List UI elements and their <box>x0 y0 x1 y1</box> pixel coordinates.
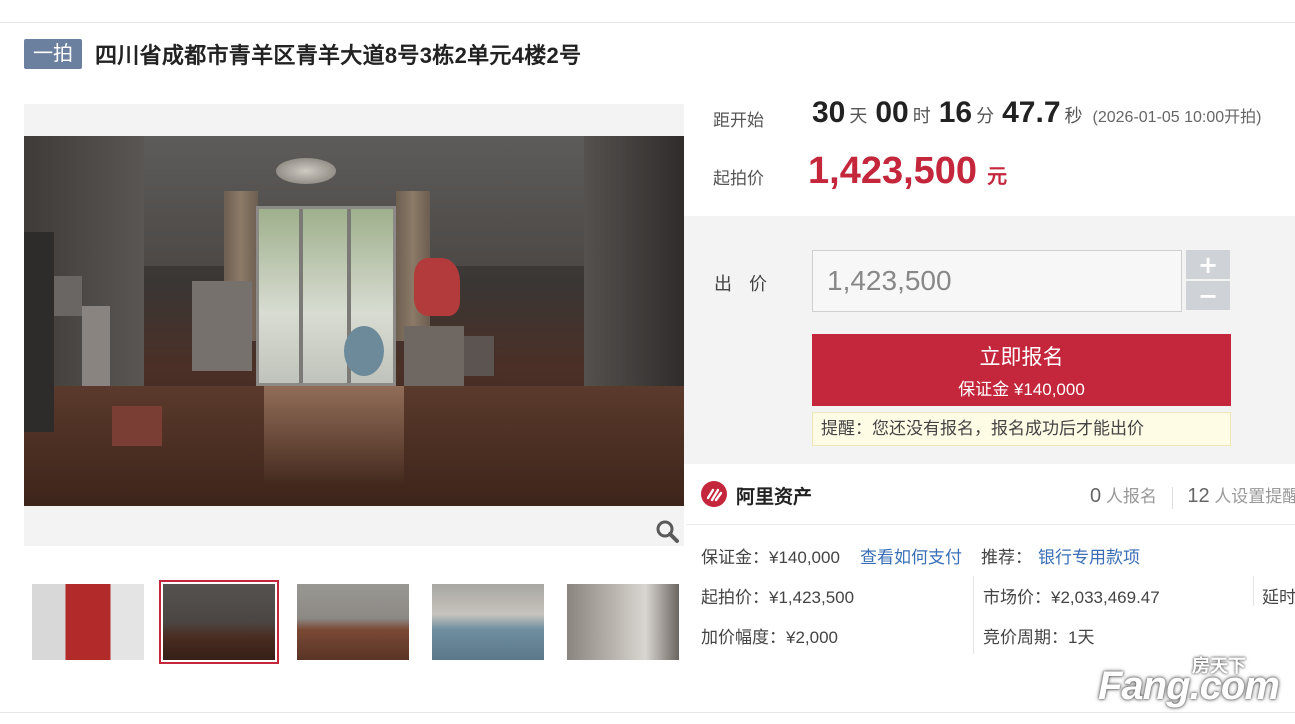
thumbnail-image <box>297 584 409 660</box>
how-to-pay-link-text[interactable]: 查看如何支付 <box>860 548 962 567</box>
top-divider <box>0 22 1295 23</box>
thumbnail-5[interactable] <box>567 584 679 660</box>
thumbnail-3[interactable] <box>297 584 409 660</box>
bottom-divider <box>0 712 1295 713</box>
countdown-minutes-unit: 分 <box>976 106 995 126</box>
start-price-label: 起拍价 <box>713 169 764 188</box>
mosaic-block <box>82 306 110 386</box>
mosaic-block <box>464 336 494 376</box>
countdown-label: 距开始 <box>713 111 764 130</box>
thumbnail-4[interactable] <box>432 584 544 660</box>
register-button-label: 立即报名 <box>979 345 1064 369</box>
mosaic-block <box>192 281 252 371</box>
start-price: 1,423,500 元 <box>808 150 1007 193</box>
countdown-seconds: 47.7 <box>1002 96 1061 129</box>
stats-divider <box>1171 486 1173 509</box>
bid-panel: 出 价 + − 立即报名 保证金 ¥140,000 提醒：您还没有报名，报名成功… <box>684 216 1295 464</box>
photo-viewer[interactable] <box>24 104 684 546</box>
increment-detail: 加价幅度：¥2,000 <box>701 628 838 647</box>
bid-label: 出 价 <box>714 274 774 294</box>
thumbnail-2-selected[interactable] <box>159 580 279 664</box>
auction-start-time: (2026-01-05 10:00开拍) <box>1092 109 1262 126</box>
start-price-detail: 起拍价：¥1,423,500 <box>701 588 855 607</box>
countdown-timer: 30 天 00 时 16 分 47.7 秒 (2026-01-05 10:00开… <box>812 96 1262 132</box>
photo-ceiling-lamp <box>276 158 336 184</box>
mosaic-block <box>112 406 162 446</box>
plus-icon[interactable]: + <box>1186 250 1230 279</box>
platform-row: 阿里资产 0 人报名 12 人设置提醒 <box>700 478 1295 512</box>
countdown-days-unit: 天 <box>849 106 868 126</box>
window-bar <box>299 209 303 383</box>
thumbnail-image <box>567 584 679 660</box>
photo-fan <box>344 326 384 376</box>
title-row: 一拍 四川省成都市青羊区青羊大道8号3栋2单元4楼2号 <box>24 38 581 70</box>
thumbnail-image <box>163 584 275 660</box>
mosaic-block <box>404 326 464 386</box>
mosaic-block <box>24 232 54 432</box>
watermark: 房天下 Fang.com <box>1098 652 1288 708</box>
recommend-label: 推荐： <box>981 548 1032 567</box>
zoom-icon[interactable] <box>654 518 680 544</box>
start-price-value: 1,423,500 <box>808 150 978 192</box>
deposit-amount-label: 保证金 ¥140,000 <box>958 379 1085 399</box>
main-photo[interactable] <box>24 136 684 506</box>
thumbnail-image <box>432 584 544 660</box>
bank-loan-link[interactable]: 银行专用款项 <box>1038 543 1140 568</box>
watermark-en: Fang.com <box>1098 664 1280 708</box>
bid-amount-input[interactable] <box>812 250 1182 312</box>
reminder-count: 12 <box>1187 485 1210 507</box>
countdown-minutes: 16 <box>938 96 973 129</box>
thumbnail-1[interactable] <box>32 584 144 660</box>
delay-detail: 延时 <box>1262 588 1295 607</box>
ali-asset-logo <box>701 481 727 507</box>
platform-name: 阿里资产 <box>736 487 813 508</box>
signup-count: 0 <box>1090 485 1102 507</box>
countdown-days: 30 <box>812 96 846 129</box>
reminder-label: 人设置提醒 <box>1214 487 1295 506</box>
market-price-detail: 市场价：¥2,033,469.47 <box>983 588 1160 607</box>
minus-icon[interactable]: − <box>1186 281 1230 310</box>
countdown-hours-unit: 时 <box>912 106 931 126</box>
photo-floor-shine <box>264 386 404 486</box>
column-divider <box>1253 576 1254 606</box>
register-button[interactable]: 立即报名 保证金 ¥140,000 <box>812 334 1231 406</box>
bid-reminder-notice: 提醒：您还没有报名，报名成功后才能出价 <box>812 412 1231 446</box>
start-price-unit: 元 <box>987 166 1008 188</box>
participation-stats: 0 人报名 12 人设置提醒 <box>1090 482 1295 509</box>
mosaic-block <box>54 276 82 316</box>
how-to-pay-link[interactable]: 查看如何支付 <box>860 543 962 568</box>
column-divider <box>973 576 974 654</box>
details-divider <box>686 524 1295 525</box>
countdown-seconds-unit: 秒 <box>1064 106 1083 126</box>
bidding-cycle-detail: 竞价周期：1天 <box>983 628 1095 647</box>
property-title: 四川省成都市青羊区青羊大道8号3栋2单元4楼2号 <box>95 43 582 68</box>
thumbnail-strip <box>28 580 688 664</box>
thumbnail-image <box>32 584 144 660</box>
auction-round-badge: 一拍 <box>24 39 82 69</box>
signup-label: 人报名 <box>1105 487 1157 506</box>
deposit-detail: 保证金：¥140,000 <box>701 548 840 567</box>
countdown-hours: 00 <box>875 96 909 129</box>
bank-loan-link-text[interactable]: 银行专用款项 <box>1038 548 1140 567</box>
photo-red-object <box>414 258 460 316</box>
